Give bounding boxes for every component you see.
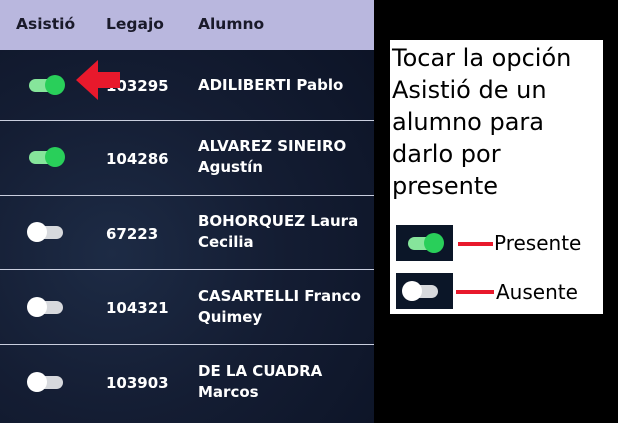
attendance-toggle[interactable] (27, 147, 65, 167)
toggle-on-icon (406, 233, 444, 253)
alumno-cell: CASARTELLI Franco Quimey (198, 287, 361, 326)
red-arrow-icon (76, 60, 120, 100)
header-asistio: Asistió (16, 15, 76, 33)
alumno-cell: ALVAREZ SINEIRO Agustín (198, 137, 347, 176)
attendance-toggle[interactable] (27, 75, 65, 95)
instruction-text: Tocar la opción Asistió de un alumno par… (392, 44, 572, 200)
toggle-off-icon (402, 281, 440, 301)
toggle-thumb (45, 75, 65, 95)
alumno-cell: ADILIBERTI Pablo (198, 76, 344, 94)
legajo-cell: 104321 (106, 299, 169, 317)
table-row: 104321 CASARTELLI Franco Quimey (0, 270, 374, 345)
legend-ausente-line (456, 290, 494, 294)
header-legajo: Legajo (106, 15, 164, 33)
table-row: 104286 ALVAREZ SINEIRO Agustín (0, 121, 374, 196)
table-row: 103903 DE LA CUADRA Marcos (0, 345, 374, 423)
table-row: 103295 ADILIBERTI Pablo (0, 50, 374, 121)
toggle-thumb (402, 281, 422, 301)
instruction-card: Tocar la opción Asistió de un alumno par… (390, 40, 603, 314)
toggle-thumb (45, 147, 65, 167)
toggle-thumb (27, 372, 47, 392)
header-alumno: Alumno (198, 15, 265, 33)
attendance-toggle[interactable] (27, 222, 65, 242)
legajo-cell: 67223 (106, 225, 159, 243)
toggle-thumb (424, 233, 444, 253)
legend-ausente-swatch (396, 273, 453, 309)
toggle-thumb (27, 297, 47, 317)
legend-presente-label: Presente (494, 231, 582, 255)
alumno-cell: BOHORQUEZ Laura Cecilia (198, 212, 359, 251)
table-header: Asistió Legajo Alumno (0, 0, 374, 50)
alumno-cell: DE LA CUADRA Marcos (198, 362, 323, 401)
attendance-toggle[interactable] (27, 297, 65, 317)
legajo-cell: 104286 (106, 150, 169, 168)
attendance-panel: Asistió Legajo Alumno 103295 ADILIBERTI … (0, 0, 374, 423)
legend-presente-line (458, 242, 493, 246)
legajo-cell: 103903 (106, 374, 169, 392)
toggle-thumb (27, 222, 47, 242)
legend-presente-swatch (396, 225, 453, 261)
legend-ausente-label: Ausente (496, 280, 578, 304)
table-row: 67223 BOHORQUEZ Laura Cecilia (0, 196, 374, 270)
separator (374, 0, 390, 423)
attendance-toggle[interactable] (27, 372, 65, 392)
